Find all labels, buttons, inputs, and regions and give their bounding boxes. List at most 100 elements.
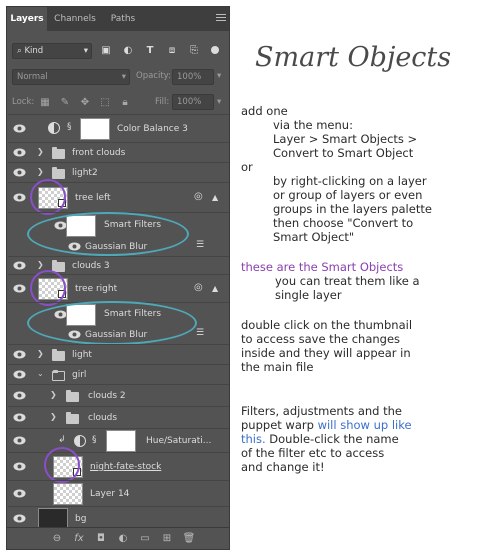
filter-kind-label: Kind — [24, 46, 44, 56]
smart-filter-icon: ◎ — [194, 282, 203, 293]
chevron-right-icon[interactable]: ❯ — [37, 147, 44, 156]
chevron-right-icon[interactable]: ❯ — [37, 349, 44, 358]
filter-options-icon[interactable]: ☰ — [196, 328, 204, 338]
note-text: of the filter etc to access — [241, 446, 385, 460]
lock-brush-icon[interactable]: ✎ — [59, 97, 71, 109]
search-icon: ⌕ — [17, 46, 22, 56]
layer-row[interactable]: night-fate-stock — [8, 452, 229, 480]
blend-mode-select[interactable]: Normal ▾ — [12, 69, 130, 85]
opacity-input[interactable]: 100% — [172, 69, 214, 85]
chevron-right-icon[interactable]: ❯ — [37, 167, 44, 176]
layer-name[interactable]: clouds — [88, 413, 117, 423]
chevron-right-icon[interactable]: ❯ — [50, 390, 57, 399]
trash-icon[interactable]: 🗑︎ — [181, 532, 197, 546]
chevron-up-icon[interactable]: ▲ — [212, 284, 218, 293]
notes-column: Smart Objects add one via the menu: Laye… — [241, 0, 489, 554]
layer-name[interactable]: Layer 14 — [90, 489, 129, 499]
eye-icon[interactable] — [13, 514, 26, 523]
chevron-down-icon[interactable]: ⌄ — [37, 369, 44, 378]
type-filter-icon[interactable]: T — [143, 44, 157, 58]
eye-icon[interactable] — [13, 370, 26, 379]
panel-menu-icon[interactable] — [216, 14, 226, 24]
adjustment-icon — [48, 122, 60, 134]
note-text: to access save the changes — [241, 332, 401, 346]
new-group-icon[interactable]: ▭ — [137, 532, 153, 546]
fill-input[interactable]: 100% — [172, 94, 214, 110]
adjustment-layer-icon[interactable]: ◐ — [115, 532, 131, 546]
tab-channels[interactable]: Channels — [51, 7, 99, 31]
layer-name[interactable]: girl — [72, 370, 86, 380]
folder-icon — [52, 147, 65, 159]
eye-icon[interactable] — [13, 413, 26, 422]
add-mask-icon[interactable]: ◘ — [93, 532, 109, 546]
eye-icon[interactable] — [13, 462, 26, 471]
layer-name[interactable]: tree right — [75, 284, 117, 294]
layer-name[interactable]: light — [72, 350, 92, 360]
mask-thumbnail[interactable] — [106, 430, 136, 452]
layer-name[interactable]: night-fate-stock — [90, 462, 161, 472]
eye-icon[interactable] — [13, 391, 26, 400]
folder-open-icon — [52, 370, 65, 381]
tab-layers[interactable]: Layers — [7, 7, 47, 31]
layer-row[interactable]: § Color Balance 3 — [8, 114, 229, 142]
adjustment-filter-icon[interactable]: ◐ — [121, 44, 135, 58]
mask-thumbnail[interactable] — [80, 118, 110, 140]
fx-icon[interactable]: fx — [71, 532, 87, 546]
filter-kind-select[interactable]: ⌕ Kind ▾ — [12, 43, 92, 59]
note-text: Filters, adjustments and the — [241, 404, 402, 418]
layer-name[interactable]: Color Balance 3 — [117, 124, 188, 134]
image-filter-icon[interactable]: ▣ — [99, 44, 113, 58]
eye-icon[interactable] — [13, 193, 26, 202]
filter-toggle-icon[interactable] — [211, 46, 219, 54]
note-text: via the menu: — [273, 118, 353, 132]
panel-tabbar: Layers Channels Paths — [7, 7, 229, 31]
folder-icon — [66, 390, 79, 402]
layer-name[interactable]: front clouds — [72, 148, 125, 158]
new-layer-icon[interactable]: ⊞ — [159, 532, 175, 546]
chevron-up-icon[interactable]: ▲ — [212, 193, 218, 202]
eye-icon[interactable] — [13, 436, 26, 445]
eye-icon[interactable] — [13, 350, 26, 359]
layer-name[interactable]: tree left — [75, 193, 111, 203]
layer-name[interactable]: clouds 3 — [72, 261, 110, 271]
blend-mode-value: Normal — [17, 72, 48, 82]
tab-paths[interactable]: Paths — [105, 7, 141, 31]
layer-thumbnail[interactable] — [53, 483, 83, 505]
layer-name[interactable]: bg — [75, 514, 86, 524]
eye-icon[interactable] — [13, 168, 26, 177]
lock-transparent-icon[interactable]: ▦ — [39, 97, 51, 109]
annotation-ellipse — [27, 301, 197, 345]
shape-filter-icon[interactable]: ⧈ — [165, 44, 179, 58]
note-text: the main file — [241, 360, 314, 374]
layer-row[interactable]: ⌄ girl — [8, 364, 229, 384]
lock-all-icon[interactable]: 🔒︎ — [119, 97, 131, 109]
smart-object-filter-icon[interactable]: ⎘ — [187, 44, 201, 58]
layer-row[interactable]: ❯ clouds — [8, 406, 229, 428]
chevron-down-icon[interactable]: ▾ — [217, 71, 221, 81]
note-text: and change it! — [241, 460, 325, 474]
layer-name[interactable]: light2 — [72, 168, 98, 178]
layer-name[interactable]: clouds 2 — [88, 391, 126, 401]
lock-artboard-icon[interactable]: ⬚ — [99, 97, 111, 109]
layer-row[interactable]: ❯ light — [8, 344, 229, 364]
chevron-right-icon[interactable]: ❯ — [50, 412, 57, 421]
chevron-right-icon[interactable]: ❯ — [37, 260, 44, 269]
layer-row[interactable]: ❯ clouds 2 — [8, 384, 229, 406]
link-layers-icon[interactable]: ⊖ — [49, 532, 65, 546]
note-text: add one — [241, 104, 288, 118]
eye-icon[interactable] — [13, 489, 26, 498]
eye-icon[interactable] — [13, 261, 26, 270]
eye-icon[interactable] — [13, 124, 26, 133]
filter-options-icon[interactable]: ☰ — [196, 240, 204, 250]
layer-row[interactable]: Layer 14 — [8, 480, 229, 506]
layer-row[interactable]: ❯ front clouds — [8, 142, 229, 162]
note-text: you can treat them like a — [275, 274, 420, 288]
eye-icon[interactable] — [13, 284, 26, 293]
chevron-down-icon[interactable]: ▾ — [217, 97, 221, 107]
lock-position-icon[interactable]: ✥ — [79, 97, 91, 109]
eye-icon[interactable] — [13, 148, 26, 157]
layer-row[interactable]: ↲ § Hue/Saturati... — [8, 428, 229, 452]
annotation-circle — [30, 270, 66, 306]
note-text: then choose "Convert to — [273, 216, 414, 230]
layer-name[interactable]: Hue/Saturati... — [146, 436, 211, 446]
